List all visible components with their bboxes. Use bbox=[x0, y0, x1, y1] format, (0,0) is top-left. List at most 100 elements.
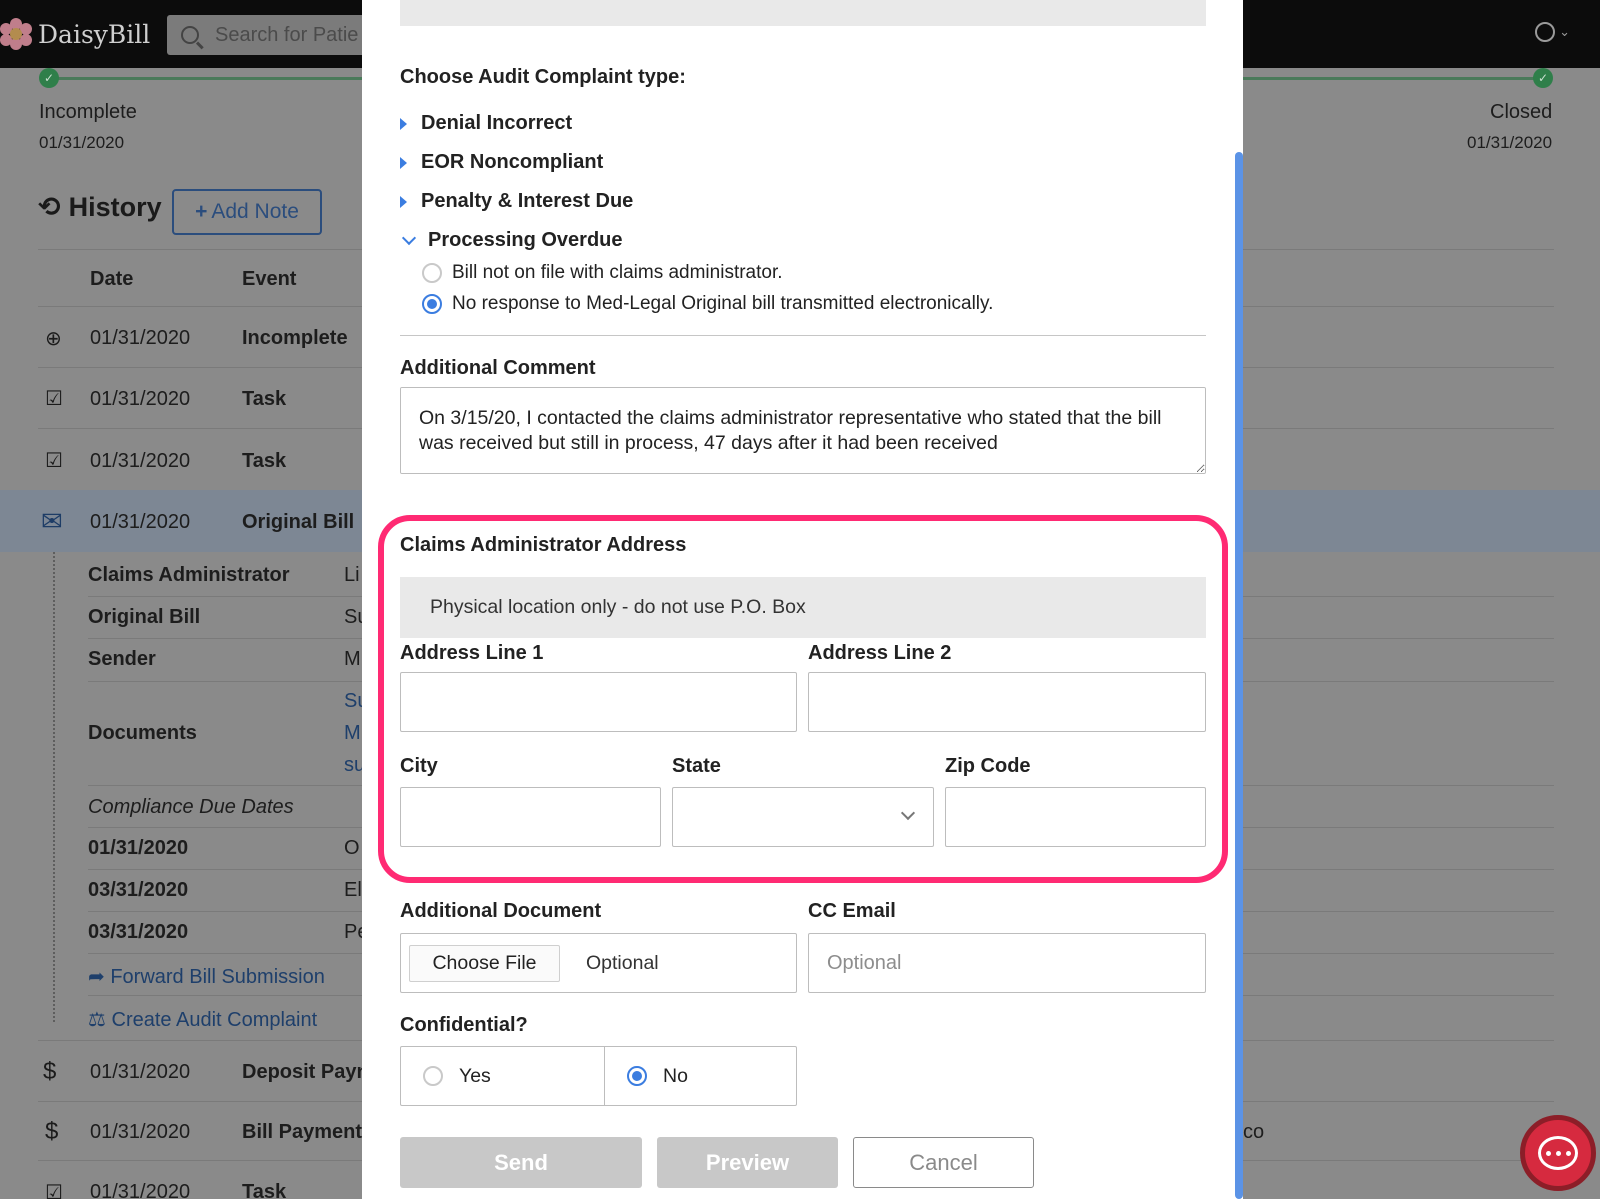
address-line2-input[interactable] bbox=[808, 672, 1206, 732]
clipboard-check-icon: ☑ bbox=[45, 388, 63, 410]
detail-label: Claims Administrator bbox=[88, 564, 290, 586]
timeline-connector bbox=[53, 552, 55, 1022]
complaint-type-processing-overdue[interactable]: Processing Overdue bbox=[400, 229, 623, 252]
column-header-event: Event bbox=[242, 268, 297, 290]
check-icon: ✓ bbox=[39, 68, 59, 88]
status-closed: Closed bbox=[1490, 101, 1553, 123]
cc-email-label: CC Email bbox=[808, 900, 896, 922]
compliance-date: 03/31/2020 bbox=[88, 921, 189, 943]
state-select[interactable] bbox=[672, 787, 934, 847]
history-title: ⟲ History bbox=[38, 192, 162, 222]
clipboard-check-icon: ☑ bbox=[45, 1182, 63, 1199]
user-avatar-icon bbox=[1535, 22, 1556, 42]
chevron-down-icon bbox=[900, 805, 916, 821]
cancel-button[interactable]: Cancel bbox=[853, 1137, 1034, 1188]
status-incomplete: Incomplete bbox=[39, 101, 137, 123]
share-arrow-icon: ➦ bbox=[88, 966, 105, 988]
city-label: City bbox=[400, 755, 438, 777]
additional-comment-textarea[interactable]: On 3/15/20, I contacted the claims admin… bbox=[400, 387, 1206, 474]
daisy-flower-icon bbox=[0, 18, 32, 50]
daisybill-logo[interactable]: DaisyBill bbox=[0, 16, 150, 52]
table-row-event[interactable]: Deposit Payn bbox=[242, 1061, 369, 1084]
caret-right-icon bbox=[400, 117, 407, 130]
zip-code-label: Zip Code bbox=[945, 755, 1031, 777]
history-icon: ⟲ bbox=[38, 192, 61, 222]
table-row-date: 01/31/2020 bbox=[90, 388, 191, 410]
detail-label: Original Bill bbox=[88, 606, 201, 628]
option-no-response[interactable]: No response to Med-Legal Original bill t… bbox=[422, 293, 993, 315]
chat-icon bbox=[1538, 1136, 1578, 1170]
compliance-date: 01/31/2020 bbox=[88, 837, 189, 859]
option-bill-not-on-file[interactable]: Bill not on file with claims administrat… bbox=[422, 262, 783, 284]
address-line2-label: Address Line 2 bbox=[808, 642, 952, 664]
complaint-type-eor-noncompliant[interactable]: EOR Noncompliant bbox=[400, 151, 603, 174]
complaint-type-denial-incorrect[interactable]: Denial Incorrect bbox=[400, 112, 572, 135]
cc-email-input[interactable] bbox=[808, 933, 1206, 993]
claims-admin-address-title: Claims Administrator Address bbox=[400, 534, 687, 556]
complaint-type-label: Choose Audit Complaint type: bbox=[400, 66, 686, 88]
detail-value: Li bbox=[344, 564, 360, 586]
chevron-down-icon bbox=[401, 230, 417, 245]
table-row-event[interactable]: Incomplete bbox=[242, 327, 348, 350]
modal-top-banner bbox=[400, 0, 1206, 26]
table-row-date: 01/31/2020 bbox=[90, 1181, 191, 1199]
caret-right-icon bbox=[400, 156, 407, 169]
table-row-event[interactable]: Task bbox=[242, 450, 286, 473]
search-icon bbox=[181, 26, 199, 44]
radio-checked[interactable] bbox=[627, 1066, 647, 1086]
table-row-event[interactable]: Bill Payment bbox=[242, 1121, 362, 1144]
city-input[interactable] bbox=[400, 787, 661, 847]
send-button[interactable]: Send bbox=[400, 1137, 642, 1188]
table-row-event[interactable]: Task bbox=[242, 1181, 286, 1199]
plus-icon: + bbox=[195, 200, 208, 223]
choose-file-button[interactable]: Choose File bbox=[409, 944, 560, 982]
confidential-label: Confidential? bbox=[400, 1014, 528, 1036]
zip-code-input[interactable] bbox=[945, 787, 1206, 847]
modal-scrollbar[interactable] bbox=[1235, 152, 1243, 1199]
radio-unchecked[interactable] bbox=[423, 1066, 443, 1086]
status-progress-line bbox=[58, 77, 368, 80]
compliance-date: 03/31/2020 bbox=[88, 879, 189, 901]
table-row-event[interactable]: Original Bill bbox=[242, 511, 354, 534]
document-link[interactable]: M bbox=[344, 722, 361, 745]
preview-button[interactable]: Preview bbox=[657, 1137, 838, 1188]
add-note-button[interactable]: + Add Note bbox=[172, 189, 322, 235]
chat-widget-button[interactable] bbox=[1520, 1115, 1596, 1191]
state-label: State bbox=[672, 755, 721, 777]
app-name: DaisyBill bbox=[38, 19, 151, 49]
chevron-down-icon: ⌄ bbox=[1559, 24, 1570, 39]
row-fragment: co bbox=[1243, 1121, 1265, 1143]
confidential-yes-option[interactable]: Yes bbox=[400, 1046, 605, 1106]
clipboard-check-icon: ☑ bbox=[45, 450, 63, 472]
status-incomplete-date: 01/31/2020 bbox=[39, 133, 125, 152]
check-icon: ✓ bbox=[1533, 68, 1553, 88]
radio-checked[interactable] bbox=[422, 294, 442, 314]
status-progress-line bbox=[1243, 77, 1543, 80]
create-audit-link[interactable]: ⚖ Create Audit Complaint bbox=[88, 1007, 317, 1032]
dollar-icon: $ bbox=[43, 1058, 57, 1085]
forward-bill-link[interactable]: ➦ Forward Bill Submission bbox=[88, 964, 325, 989]
table-row-event[interactable]: Task bbox=[242, 388, 286, 411]
address-info-banner: Physical location only - do not use P.O.… bbox=[400, 577, 1206, 638]
user-menu[interactable]: ⌄ bbox=[1535, 22, 1570, 42]
detail-label: Documents bbox=[88, 722, 197, 744]
additional-document-field[interactable]: Choose File Optional bbox=[400, 933, 797, 993]
table-row-date: 01/31/2020 bbox=[90, 1121, 191, 1143]
table-row-date: 01/31/2020 bbox=[90, 450, 191, 472]
plus-circle-icon: ⊕ bbox=[45, 328, 62, 350]
complaint-type-penalty-interest[interactable]: Penalty & Interest Due bbox=[400, 190, 633, 213]
compliance-value: El bbox=[344, 879, 362, 901]
patient-search[interactable]: Search for Patie bbox=[167, 15, 367, 55]
compliance-value: O bbox=[344, 837, 360, 859]
table-row-date: 01/31/2020 bbox=[90, 1061, 191, 1083]
additional-document-label: Additional Document bbox=[400, 900, 602, 922]
search-placeholder: Search for Patie bbox=[215, 23, 359, 46]
table-row-date: 01/31/2020 bbox=[90, 327, 191, 349]
table-row-date: 01/31/2020 bbox=[90, 511, 191, 533]
radio-unchecked[interactable] bbox=[422, 263, 442, 283]
address-line1-input[interactable] bbox=[400, 672, 797, 732]
detail-value: M bbox=[344, 648, 361, 670]
confidential-no-option[interactable]: No bbox=[604, 1046, 797, 1106]
caret-right-icon bbox=[400, 195, 407, 208]
envelope-icon: ✉ bbox=[41, 506, 63, 536]
